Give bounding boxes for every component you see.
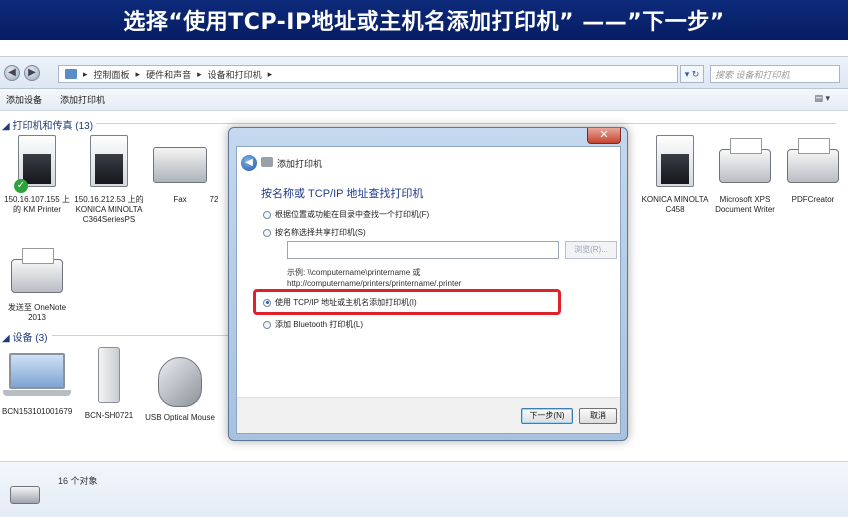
dialog-heading: 按名称或 TCP/IP 地址查找打印机 [261, 188, 424, 200]
breadcrumb-control-panel[interactable]: 控制面板 [94, 68, 130, 81]
add-printer-dialog: ✕ ◀ 添加打印机 按名称或 TCP/IP 地址查找打印机 根据位置或功能在目录… [228, 127, 628, 441]
close-button[interactable]: ✕ [587, 128, 621, 144]
printer-partial[interactable]: 72 [196, 135, 232, 205]
dialog-title: 添加打印机 [277, 159, 323, 169]
option-directory[interactable]: 根据位置或功能在目录中查找一个打印机(F) [263, 209, 429, 220]
printer-icon [719, 138, 771, 183]
printer-label: 150.16.212.53 上的 KONICA MINOLTA C364Seri… [74, 195, 144, 224]
printer-label: 发送至 OneNote 2013 [7, 303, 67, 322]
printer-km-printer[interactable]: ✓ 150.16.107.155 上的 KM Printer [2, 135, 72, 215]
device-label: BCN153101001679 [2, 407, 73, 416]
printer-onenote[interactable]: 发送至 OneNote 2013 [2, 248, 72, 323]
breadcrumb-devices-printers[interactable]: 设备和打印机 [208, 68, 262, 81]
option-label: 使用 TCP/IP 地址或主机名添加打印机(I) [275, 298, 417, 307]
search-input[interactable]: 搜索 设备和打印机 [710, 65, 840, 83]
breadcrumb-separator: ▸ [197, 68, 202, 79]
printer-icon [11, 248, 63, 293]
devices-group-header[interactable]: ◢ 设备 (3) [2, 329, 47, 344]
breadcrumb-separator: ▸ [135, 68, 141, 79]
breadcrumb-separator: ▸ [267, 68, 273, 79]
breadcrumb-separator: ▸ [83, 68, 88, 79]
printer-konica-c364[interactable]: 150.16.212.53 上的 KONICA MINOLTA C364Seri… [74, 135, 144, 225]
printer-label: KONICA MINOLTA C458 [641, 195, 709, 214]
option-bluetooth[interactable]: 添加 Bluetooth 打印机(L) [263, 319, 363, 330]
laptop-icon [3, 353, 71, 396]
breadcrumb[interactable]: ▸ 控制面板 ▸ 硬件和声音 ▸ 设备和打印机 ▸ [58, 65, 678, 83]
back-arrow-icon[interactable]: ◀ [241, 155, 257, 171]
mouse-icon [158, 357, 202, 407]
option-tcpip[interactable]: 使用 TCP/IP 地址或主机名添加打印机(I) [263, 297, 417, 308]
breadcrumb-hardware-sound[interactable]: 硬件和声音 [146, 68, 191, 81]
radio-button[interactable] [263, 320, 271, 329]
example-line: 示例: \\computername\printername 或 [287, 268, 421, 277]
cancel-button[interactable]: 取消 [579, 408, 617, 424]
copier-icon [90, 135, 128, 187]
printer-icon [261, 157, 273, 167]
device-laptop[interactable]: BCN153101001679 [2, 353, 72, 417]
printer-label: 150.16.107.155 上的 KM Printer [4, 195, 70, 214]
printer-label: 72 [209, 195, 219, 204]
dialog-footer: 下一步(N) 取消 [237, 397, 620, 433]
radio-button[interactable] [263, 210, 271, 219]
dialog-content: ◀ 添加打印机 按名称或 TCP/IP 地址查找打印机 根据位置或功能在目录中查… [236, 146, 621, 434]
next-button[interactable]: 下一步(N) [521, 408, 573, 424]
folder-icon [65, 69, 77, 79]
radio-button[interactable] [263, 228, 271, 237]
title-banner: 选择“使用TCP-IP地址或主机名添加打印机” ——”下一步” [0, 0, 848, 40]
option-label: 按名称选择共享打印机(S) [275, 228, 366, 237]
option-label: 根据位置或功能在目录中查找一个打印机(F) [275, 210, 430, 219]
printer-pdfcreator[interactable]: PDFCreator [778, 135, 848, 205]
printer-status-icon [10, 478, 42, 506]
printer-xps-writer[interactable]: Microsoft XPS Document Writer [710, 135, 780, 215]
copier-icon [656, 135, 694, 187]
status-bar: 16 个对象 [0, 461, 848, 517]
printer-label: PDFCreator [791, 195, 835, 204]
refresh-icon[interactable]: ▾ ↻ [680, 65, 704, 83]
printer-icon [787, 138, 839, 183]
device-label: BCN-SH0721 [84, 411, 134, 420]
option-shared-printer[interactable]: 按名称选择共享打印机(S) [263, 227, 366, 238]
device-nas[interactable]: BCN-SH0721 [74, 347, 144, 421]
default-check-icon: ✓ [14, 179, 28, 193]
example-text: 示例: \\computername\printername 或 http://… [287, 267, 461, 289]
example-line: http://computername/printers/printername… [287, 279, 462, 288]
radio-button-selected[interactable] [263, 298, 271, 307]
add-device-button[interactable]: 添加设备 [6, 93, 42, 106]
view-options-icon[interactable]: ▤ ▾ [814, 93, 830, 104]
shared-printer-name-input[interactable] [287, 241, 559, 259]
back-icon[interactable]: ◀ [4, 65, 20, 81]
storage-icon [98, 347, 120, 403]
device-label: USB Optical Mouse [145, 413, 215, 422]
printers-group-header[interactable]: ◢ 打印机和传真 (13) [2, 117, 93, 132]
browse-button[interactable]: 浏览(R)... [565, 241, 617, 259]
command-bar: 添加设备 添加打印机 ▤ ▾ [0, 89, 848, 111]
add-printer-button[interactable]: 添加打印机 [60, 93, 105, 106]
printer-label: Microsoft XPS Document Writer [715, 195, 775, 214]
forward-icon[interactable]: ▶ [24, 65, 40, 81]
group-divider [52, 335, 228, 336]
group-divider [96, 123, 836, 124]
address-bar: ◀ ▶ ▸ 控制面板 ▸ 硬件和声音 ▸ 设备和打印机 ▸ ▾ ↻ 搜索 设备和… [0, 57, 848, 89]
object-count: 16 个对象 [58, 476, 98, 486]
printer-konica-c458[interactable]: KONICA MINOLTA C458 [640, 135, 710, 215]
device-mouse[interactable]: USB Optical Mouse [145, 357, 215, 423]
option-label: 添加 Bluetooth 打印机(L) [275, 320, 364, 329]
